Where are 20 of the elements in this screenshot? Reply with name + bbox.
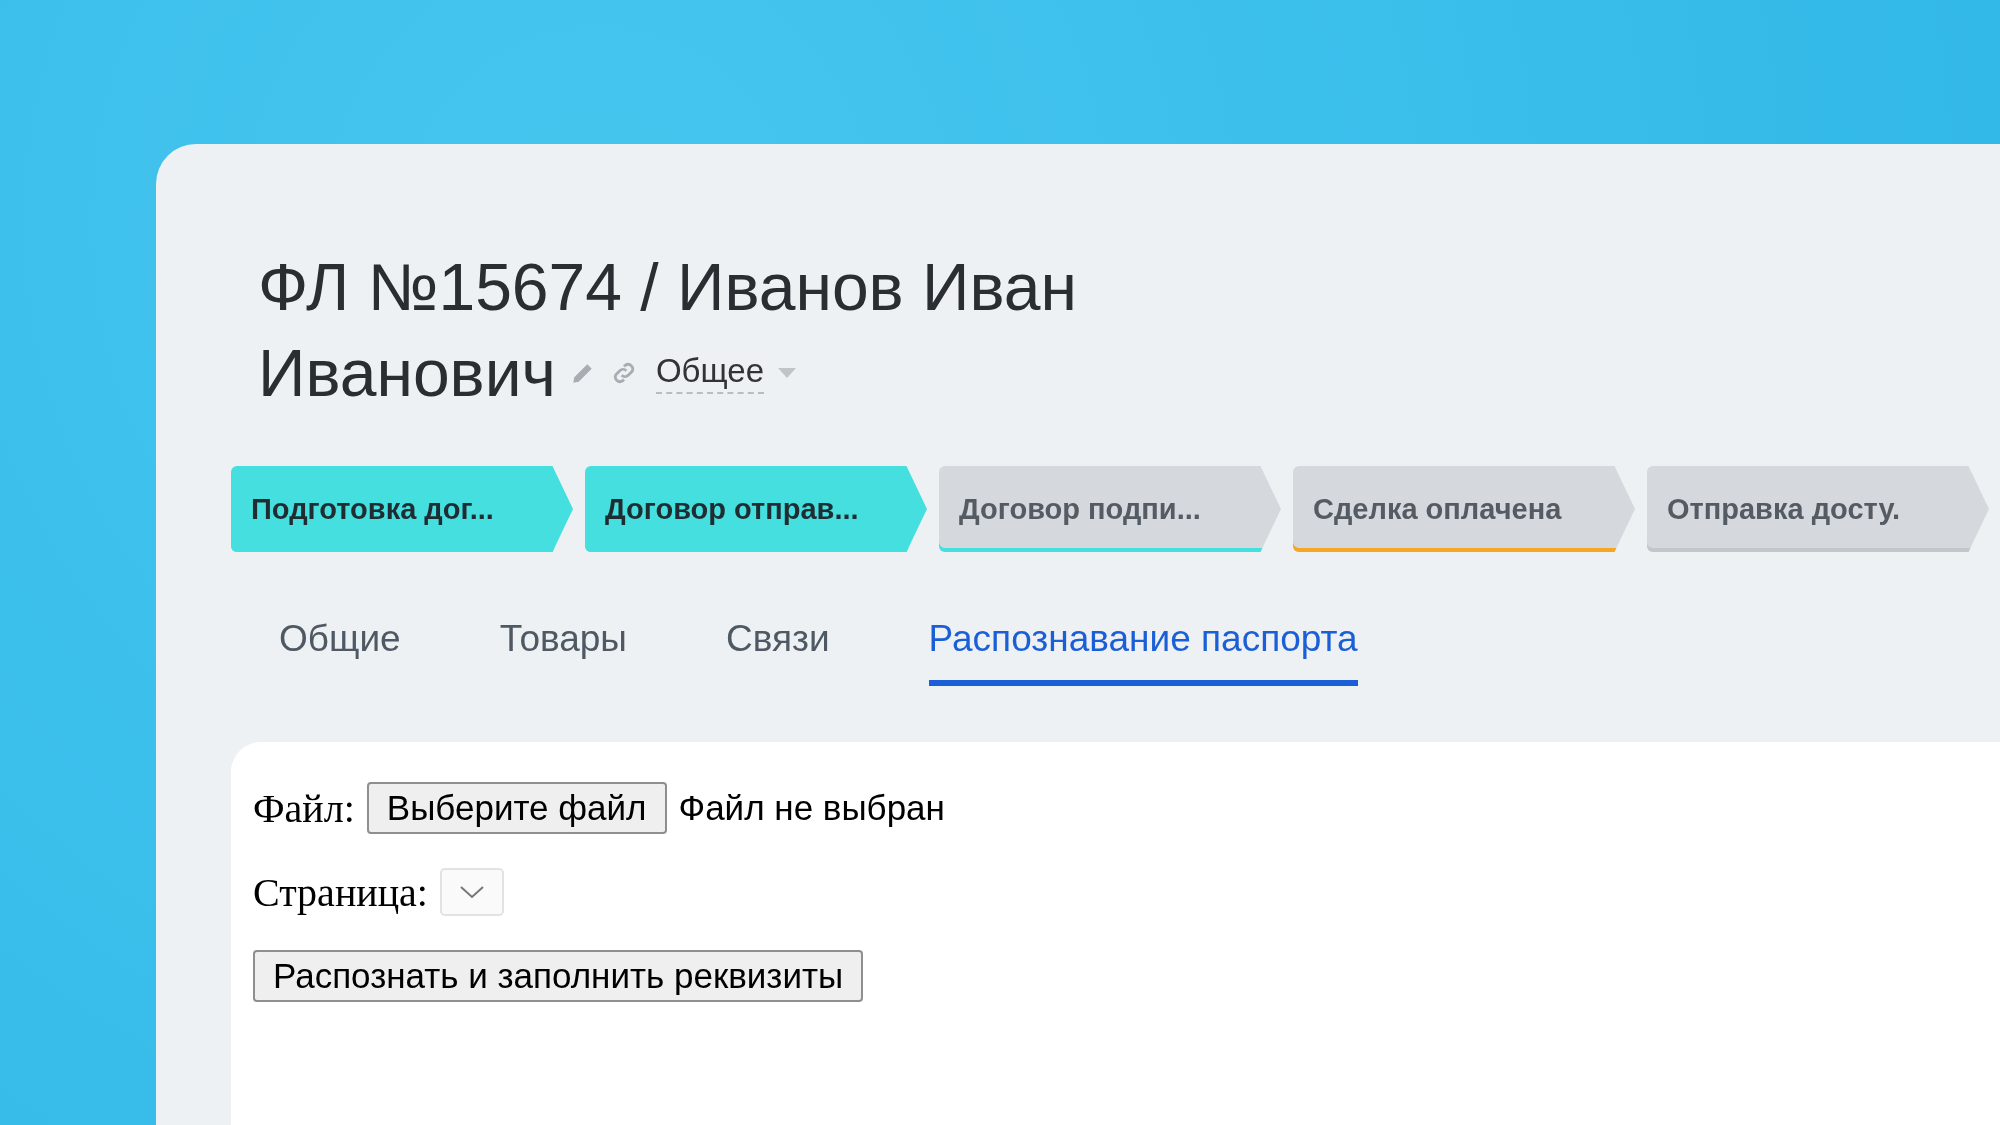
- caret-icon[interactable]: [778, 368, 796, 378]
- choose-file-button[interactable]: Выберите файл: [366, 782, 667, 834]
- category-dropdown[interactable]: Общее: [655, 352, 764, 394]
- record-title: Иванович: [258, 335, 556, 412]
- record-title: ФЛ №15674 / Иванов Иван: [258, 249, 1078, 326]
- tab[interactable]: Связи: [725, 606, 830, 686]
- pipeline-stage[interactable]: Договор подпи...: [939, 466, 1281, 552]
- tab[interactable]: Товары: [499, 606, 627, 686]
- tab[interactable]: Распознавание паспорта: [928, 606, 1358, 686]
- chevron-down-icon: [458, 885, 485, 899]
- file-status: Файл не выбран: [678, 788, 945, 828]
- pipeline-stage[interactable]: Отправка досту.: [1647, 466, 1989, 552]
- pipeline-stage[interactable]: Подготовка дог...: [231, 466, 573, 552]
- tab[interactable]: Общие: [279, 606, 401, 686]
- field-label: Страница:: [253, 868, 428, 916]
- recognize-button[interactable]: Распознать и заполнить реквизиты: [253, 950, 864, 1002]
- pipeline-stage[interactable]: Сделка оплачена: [1293, 466, 1635, 552]
- pipeline-stage[interactable]: Договор отправ...: [585, 466, 927, 552]
- page-select[interactable]: [439, 868, 504, 916]
- field-label: Файл:: [253, 784, 355, 832]
